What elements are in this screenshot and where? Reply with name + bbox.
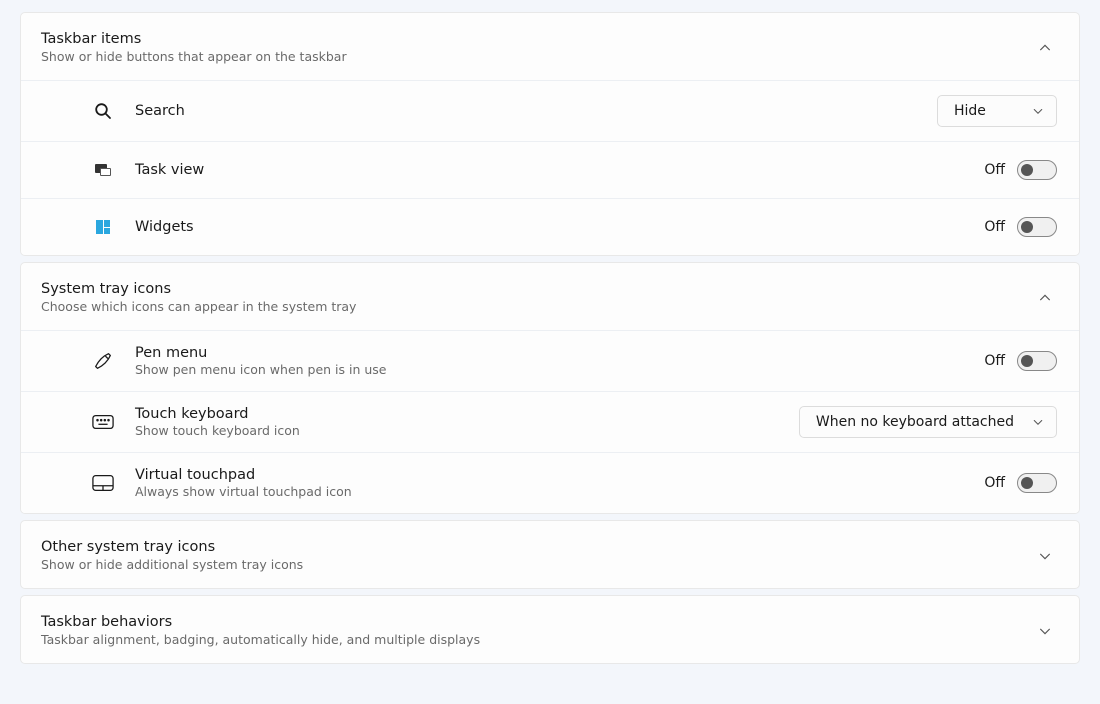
- chevron-up-icon: [1033, 36, 1057, 60]
- row-sublabel: Always show virtual touchpad icon: [135, 484, 984, 499]
- search-dropdown[interactable]: Hide: [937, 95, 1057, 127]
- pen-menu-row: Pen menu Show pen menu icon when pen is …: [21, 330, 1079, 391]
- row-label: Virtual touchpad: [135, 467, 984, 483]
- dropdown-value: When no keyboard attached: [816, 414, 1014, 430]
- keyboard-icon: [89, 408, 117, 436]
- taskbar-behaviors-panel: Taskbar behaviors Taskbar alignment, bad…: [20, 595, 1080, 664]
- other-tray-header[interactable]: Other system tray icons Show or hide add…: [21, 521, 1079, 588]
- section-subtitle: Taskbar alignment, badging, automaticall…: [41, 632, 1033, 647]
- section-title: Taskbar items: [41, 31, 1033, 47]
- chevron-down-icon: [1032, 105, 1044, 117]
- row-label: Task view: [135, 162, 984, 178]
- row-label: Search: [135, 103, 937, 119]
- row-sublabel: Show pen menu icon when pen is in use: [135, 362, 984, 377]
- section-subtitle: Choose which icons can appear in the sys…: [41, 299, 1033, 314]
- system-tray-header[interactable]: System tray icons Choose which icons can…: [21, 263, 1079, 330]
- search-row: Search Hide: [21, 80, 1079, 141]
- touchpad-icon: [89, 469, 117, 497]
- dropdown-value: Hide: [954, 103, 986, 119]
- row-sublabel: Show touch keyboard icon: [135, 423, 799, 438]
- pen-toggle[interactable]: [1017, 351, 1057, 371]
- row-label: Pen menu: [135, 345, 984, 361]
- widgets-toggle[interactable]: [1017, 217, 1057, 237]
- row-label: Widgets: [135, 219, 984, 235]
- search-icon: [89, 97, 117, 125]
- other-tray-panel: Other system tray icons Show or hide add…: [20, 520, 1080, 589]
- row-label: Touch keyboard: [135, 406, 799, 422]
- section-title: System tray icons: [41, 281, 1033, 297]
- taskbar-behaviors-header[interactable]: Taskbar behaviors Taskbar alignment, bad…: [21, 596, 1079, 663]
- chevron-down-icon: [1032, 416, 1044, 428]
- section-subtitle: Show or hide additional system tray icon…: [41, 557, 1033, 572]
- toggle-state-label: Off: [984, 219, 1005, 235]
- chevron-down-icon: [1033, 619, 1057, 643]
- virtual-touchpad-toggle[interactable]: [1017, 473, 1057, 493]
- virtual-touchpad-row: Virtual touchpad Always show virtual tou…: [21, 452, 1079, 513]
- toggle-state-label: Off: [984, 162, 1005, 178]
- widgets-icon: [89, 213, 117, 241]
- taskview-toggle[interactable]: [1017, 160, 1057, 180]
- chevron-up-icon: [1033, 286, 1057, 310]
- chevron-down-icon: [1033, 544, 1057, 568]
- section-subtitle: Show or hide buttons that appear on the …: [41, 49, 1033, 64]
- system-tray-panel: System tray icons Choose which icons can…: [20, 262, 1080, 514]
- toggle-state-label: Off: [984, 475, 1005, 491]
- taskview-icon: [89, 156, 117, 184]
- pen-icon: [89, 347, 117, 375]
- section-title: Taskbar behaviors: [41, 614, 1033, 630]
- widgets-row: Widgets Off: [21, 198, 1079, 255]
- touch-keyboard-row: Touch keyboard Show touch keyboard icon …: [21, 391, 1079, 452]
- taskbar-items-header[interactable]: Taskbar items Show or hide buttons that …: [21, 13, 1079, 80]
- touch-keyboard-dropdown[interactable]: When no keyboard attached: [799, 406, 1057, 438]
- taskview-row: Task view Off: [21, 141, 1079, 198]
- section-title: Other system tray icons: [41, 539, 1033, 555]
- taskbar-items-panel: Taskbar items Show or hide buttons that …: [20, 12, 1080, 256]
- toggle-state-label: Off: [984, 353, 1005, 369]
